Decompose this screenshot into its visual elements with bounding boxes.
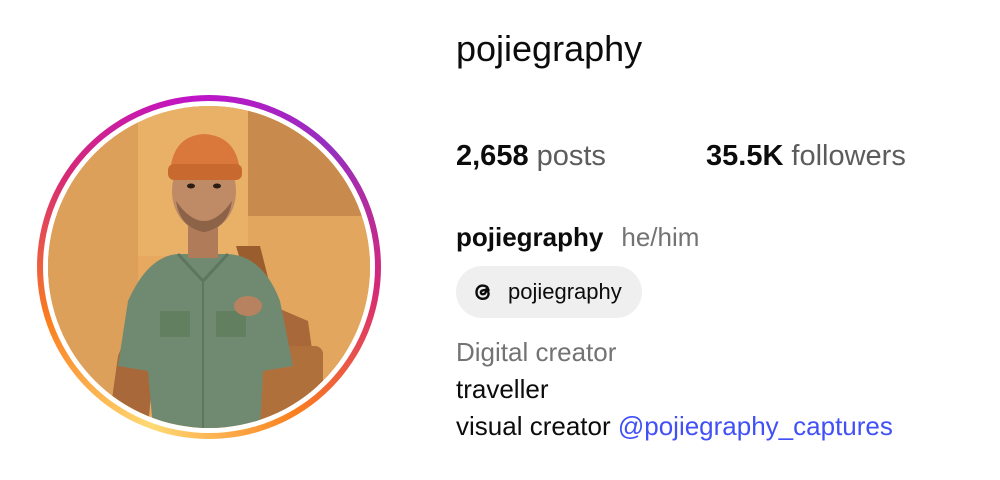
followers-label: followers xyxy=(791,140,906,172)
profile-display-name: pojiegraphy xyxy=(456,222,604,252)
posts-label: posts xyxy=(536,140,606,172)
posts-stat[interactable]: 2,658 posts xyxy=(456,140,606,173)
threads-handle: pojiegraphy xyxy=(508,279,622,304)
posts-count: 2,658 xyxy=(456,140,529,172)
threads-icon xyxy=(468,277,498,307)
profile-name-row: pojiegraphy he/him xyxy=(456,222,699,253)
bio-line: visual creator @pojiegraphy_captures xyxy=(456,408,893,445)
bio-line-text: visual creator xyxy=(456,411,611,441)
profile-bio: Digital creator traveller visual creator… xyxy=(456,334,893,445)
bio-category: Digital creator xyxy=(456,337,617,367)
threads-link-chip[interactable]: pojiegraphy xyxy=(456,266,642,318)
avatar-photo xyxy=(48,106,370,428)
followers-stat[interactable]: 35.5K followers xyxy=(706,140,906,173)
profile-stats: 2,658 posts 35.5K followers xyxy=(456,140,906,173)
profile-username: pojiegraphy xyxy=(456,28,643,69)
profile-pronouns: he/him xyxy=(621,222,700,252)
followers-count: 35.5K xyxy=(706,140,784,172)
bio-line: traveller xyxy=(456,374,549,404)
avatar-story-ring[interactable] xyxy=(37,95,381,439)
avatar[interactable] xyxy=(48,106,370,428)
bio-mention-link[interactable]: @pojiegraphy_captures xyxy=(618,411,893,441)
